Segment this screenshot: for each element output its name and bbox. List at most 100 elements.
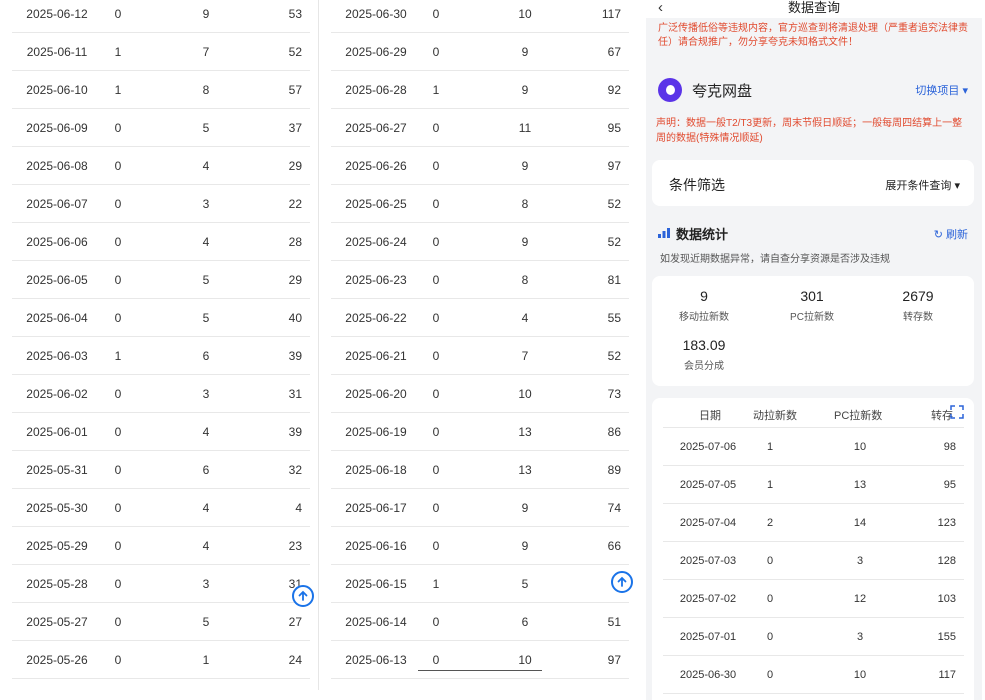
cell-date: 2025-06-05 — [26, 272, 88, 287]
cell-date: 2025-06-22 — [345, 310, 407, 325]
refresh-icon: ↻ — [933, 229, 946, 241]
cell-date: 2025-06-18 — [345, 462, 407, 477]
cell-date: 2025-05-29 — [26, 538, 88, 553]
scroll-to-top-button-2[interactable] — [611, 571, 633, 593]
stat-pc-new: 301 PC拉新数 — [762, 288, 862, 323]
filter-card: 条件筛选 展开条件查询 ▾ — [652, 160, 974, 206]
cell-date: 2025-06-17 — [345, 500, 407, 515]
cell-pc-new: 3 — [202, 576, 210, 591]
cell-pc-new: 4 — [202, 424, 210, 439]
filter-title: 条件筛选 — [669, 177, 725, 193]
expand-filter-button[interactable]: 展开条件查询 ▾ — [885, 177, 960, 193]
cell-saves: 57 — [288, 82, 302, 97]
panel-divider — [318, 0, 319, 690]
cell-pc-new: 8 — [521, 196, 529, 211]
table-row: 2025-06-22 0 4 55 — [331, 299, 629, 337]
cell-date: 2025-06-06 — [26, 234, 88, 249]
cell-mobile-new: 0 — [432, 386, 440, 401]
table-row: 2025-06-20 0 10 73 — [331, 375, 629, 413]
cell-mobile-new: 0 — [766, 630, 774, 643]
cell-mobile-new: 0 — [114, 424, 122, 439]
table-row: 2025-06-24 0 9 52 — [331, 223, 629, 261]
cell-pc-new: 5 — [521, 576, 529, 591]
stats-note: 如发现近期数据异常，请自查分享资源是否涉及违规 — [660, 254, 890, 265]
table-row: 2025-06-16 0 9 66 — [331, 527, 629, 565]
quark-logo-icon — [658, 78, 682, 102]
cell-saves: 55 — [607, 310, 621, 325]
fullscreen-icon[interactable] — [950, 405, 964, 419]
table-row: 2025-07-01 0 3 155 — [663, 618, 964, 656]
table-row: 2025-06-09 0 5 37 — [12, 109, 310, 147]
cell-mobile-new: 0 — [432, 500, 440, 515]
page-title: 数据查询 — [787, 0, 840, 15]
cell-date: 2025-07-01 — [679, 630, 737, 643]
cell-saves: 53 — [288, 6, 302, 21]
arrow-up-icon — [298, 590, 308, 601]
table-row: 2025-06-11 1 7 52 — [12, 33, 310, 71]
cell-mobile-new: 1 — [766, 478, 774, 491]
cell-pc-new: 1 — [202, 652, 210, 667]
cell-pc-new: 9 — [202, 6, 210, 21]
cell-pc-new: 9 — [521, 158, 529, 173]
cell-date: 2025-06-16 — [345, 538, 407, 553]
stats-card: 9 移动拉新数 301 PC拉新数 2679 转存数 183.09 会员分成 — [652, 276, 974, 386]
cell-date: 2025-06-19 — [345, 424, 407, 439]
arrow-up-icon — [617, 576, 627, 587]
cell-pc-new: 6 — [202, 462, 210, 477]
cell-mobile-new: 0 — [432, 424, 440, 439]
table-row: 2025-06-07 0 3 22 — [12, 185, 310, 223]
cell-date: 2025-05-30 — [26, 500, 88, 515]
cell-mobile-new: 0 — [432, 6, 440, 21]
cell-pc-new: 4 — [521, 310, 529, 325]
cell-saves: 27 — [288, 614, 302, 629]
top-bar: ‹ 数据查询 — [646, 0, 982, 18]
cell-pc-new: 5 — [202, 310, 210, 325]
table-row: 2025-07-03 0 3 128 — [663, 542, 964, 580]
cell-mobile-new: 0 — [114, 6, 122, 21]
cell-mobile-new: 0 — [766, 554, 774, 567]
cell-pc-new: 4 — [202, 500, 210, 515]
cell-pc-new: 10 — [518, 386, 532, 401]
cell-saves: 95 — [607, 120, 621, 135]
cell-pc-new: 13 — [518, 462, 532, 477]
cell-pc-new: 10 — [853, 440, 867, 453]
cell-pc-new: 9 — [521, 82, 529, 97]
cell-pc-new: 9 — [521, 538, 529, 553]
cell-mobile-new: 1 — [114, 348, 122, 363]
cell-mobile-new: 1 — [114, 82, 122, 97]
cell-mobile-new: 0 — [114, 652, 122, 667]
table-row: 2025-06-10 1 8 57 — [12, 71, 310, 109]
cell-date: 2025-06-03 — [26, 348, 88, 363]
cell-date: 2025-06-23 — [345, 272, 407, 287]
cell-saves: 52 — [607, 196, 621, 211]
col-pc-new: PC拉新数 — [834, 410, 883, 422]
cell-date: 2025-06-13 — [345, 652, 407, 667]
cell-mobile-new: 0 — [432, 652, 440, 667]
cell-pc-new: 10 — [853, 668, 867, 681]
refresh-button[interactable]: ↻ 刷新 — [934, 226, 968, 242]
scroll-to-top-button[interactable] — [292, 585, 314, 607]
cell-pc-new: 4 — [202, 538, 210, 553]
cell-pc-new: 11 — [518, 120, 532, 135]
table-row: 2025-05-28 0 3 31 — [12, 565, 310, 603]
cell-date: 2025-06-09 — [26, 120, 88, 135]
cell-pc-new: 8 — [202, 82, 210, 97]
cell-saves: 40 — [288, 310, 302, 325]
cell-saves: 29 — [288, 272, 302, 287]
stat-member-share: 183.09 会员分成 — [654, 337, 754, 372]
cell-date: 2025-05-27 — [26, 614, 88, 629]
cell-date: 2025-06-30 — [345, 6, 407, 21]
cell-mobile-new: 0 — [432, 272, 440, 287]
stat-value: 2679 — [902, 288, 934, 304]
cell-date: 2025-06-26 — [345, 158, 407, 173]
cell-saves: 98 — [943, 440, 956, 453]
phone-data-table: 日期 动拉新数 PC拉新数 转存 2025-07-06 1 10 98 2025-07-… — [652, 398, 974, 700]
switch-project-button[interactable]: 切换项目 ▾ — [915, 82, 968, 98]
cell-saves: 52 — [607, 348, 621, 363]
cell-saves: 117 — [601, 6, 621, 21]
cell-saves: 86 — [607, 424, 621, 439]
cell-date: 2025-06-24 — [345, 234, 407, 249]
cell-saves: 117 — [938, 668, 956, 681]
cell-saves: 97 — [607, 158, 621, 173]
cell-mobile-new: 0 — [114, 158, 122, 173]
